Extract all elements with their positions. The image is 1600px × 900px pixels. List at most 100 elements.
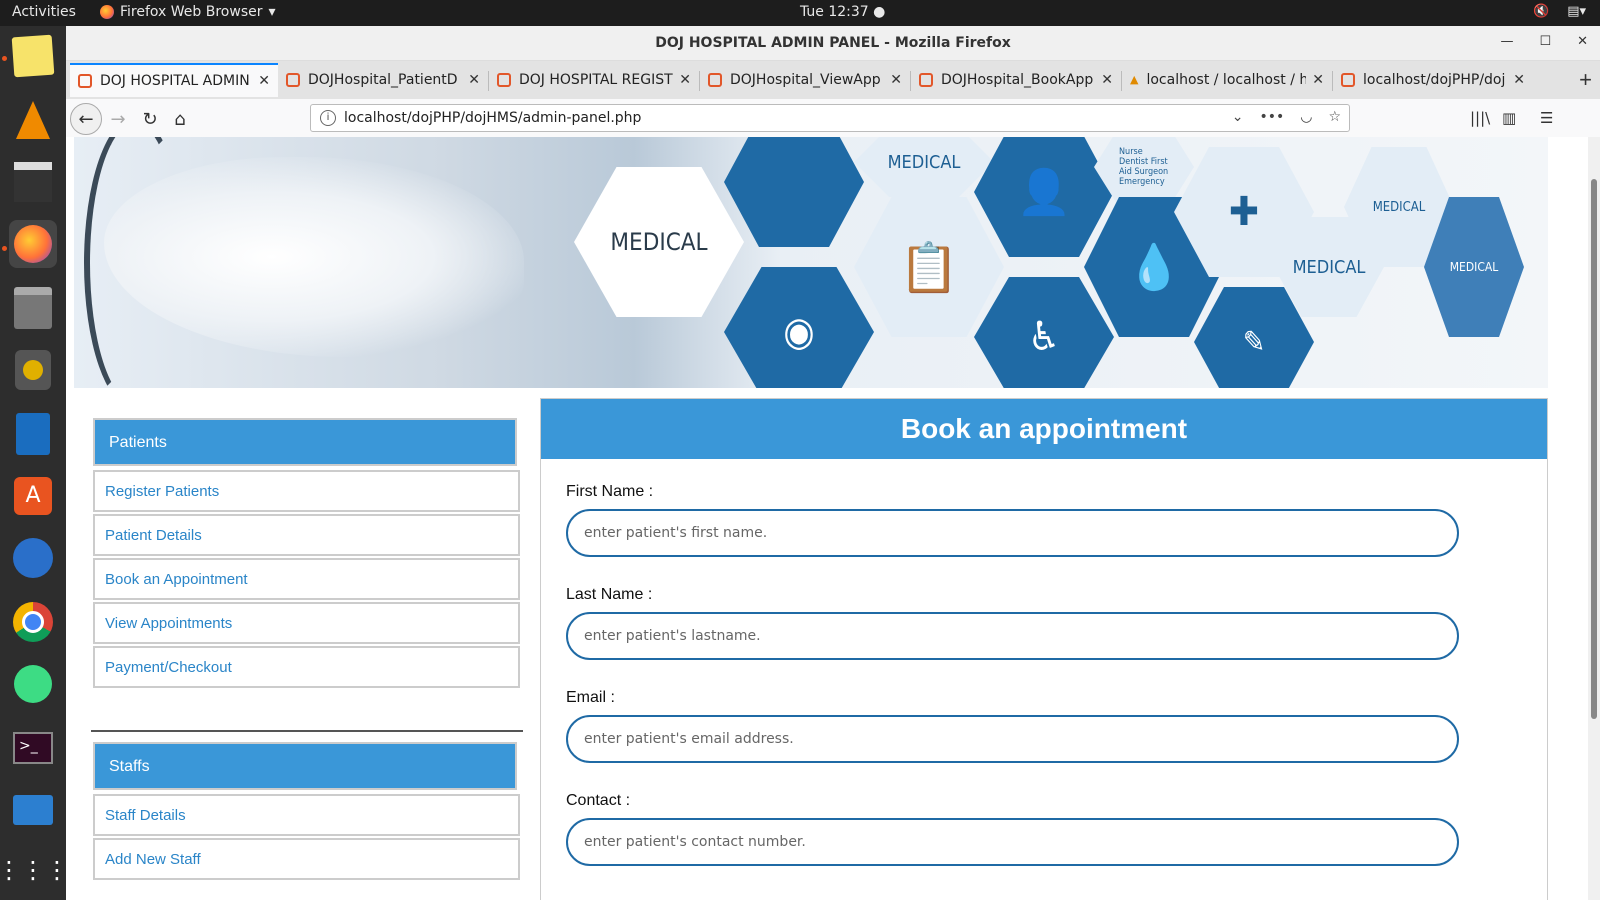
- tab-phpmyadmin[interactable]: ▲ localhost / localhost / h ✕: [1122, 63, 1332, 97]
- contact-label: Contact :: [566, 792, 631, 809]
- page-scrollbar[interactable]: [1588, 137, 1600, 900]
- vlc-icon[interactable]: [9, 96, 57, 144]
- tab-label: DOJHospital_PatientD: [308, 72, 458, 88]
- system-top-bar: Activities Firefox Web Browser ▾ Tue 12:…: [0, 0, 1600, 26]
- writer-icon[interactable]: [9, 410, 57, 458]
- staffs-menu-header: Staffs: [93, 742, 517, 790]
- person-icon: 👤: [1016, 167, 1072, 218]
- audio-icon[interactable]: [9, 346, 57, 394]
- url-bar[interactable]: i localhost/dojPHP/dojHMS/admin-panel.ph…: [310, 104, 1350, 132]
- xampp-favicon-icon: [1341, 73, 1355, 87]
- files-icon[interactable]: [9, 284, 57, 332]
- tab-close-icon[interactable]: ✕: [679, 72, 691, 88]
- video-editor-icon[interactable]: [9, 158, 57, 206]
- firefox-small-icon: [100, 5, 114, 19]
- tab-close-icon[interactable]: ✕: [468, 72, 480, 88]
- minimize-icon[interactable]: —: [1500, 34, 1513, 49]
- library-icon[interactable]: |||\: [1470, 109, 1490, 127]
- medical-hex: MEDICAL: [574, 167, 744, 317]
- first-name-label: First Name :: [566, 483, 654, 500]
- close-icon[interactable]: ✕: [1577, 34, 1588, 49]
- tab-label: localhost / localhost / h: [1146, 72, 1307, 88]
- wheelchair-icon: ♿: [1027, 314, 1061, 360]
- tab-register[interactable]: DOJ HOSPITAL REGISTE ✕: [489, 63, 699, 97]
- forward-icon[interactable]: →: [104, 105, 132, 133]
- activities-button[interactable]: Activities: [12, 4, 76, 20]
- menu-book-appointment[interactable]: Book an Appointment: [93, 558, 520, 600]
- url-text[interactable]: localhost/dojPHP/dojHMS/admin-panel.php: [344, 110, 641, 126]
- reload-icon[interactable]: ↻: [136, 105, 164, 133]
- hospital-banner-image: MEDICAL ◉ MEDICAL 📋 👤 ♿ Nurse Dentist Fi…: [74, 137, 1548, 388]
- tab-label: DOJHospital_ViewApp: [730, 72, 881, 88]
- banner-label: MEDICAL: [610, 228, 708, 256]
- tab-close-icon[interactable]: ✕: [258, 73, 270, 89]
- menu-staff-details[interactable]: Staff Details: [93, 794, 520, 836]
- phpmyadmin-favicon-icon: ▲: [1130, 73, 1139, 86]
- app-menu-label: Firefox Web Browser: [120, 4, 263, 20]
- more-actions-icon[interactable]: •••: [1259, 109, 1284, 125]
- tab-close-icon[interactable]: ✕: [1101, 72, 1113, 88]
- tab-admin-panel[interactable]: DOJ HOSPITAL ADMIN ✕: [70, 63, 278, 97]
- chrome-icon[interactable]: [9, 598, 57, 646]
- first-name-input[interactable]: [566, 509, 1459, 557]
- menu-view-appointments[interactable]: View Appointments: [93, 602, 520, 644]
- pocket-icon[interactable]: ◡: [1300, 109, 1312, 125]
- notes-icon[interactable]: [9, 32, 57, 80]
- menu-register-patients[interactable]: Register Patients: [93, 470, 520, 512]
- email-label: Email :: [566, 689, 615, 706]
- software-center-icon[interactable]: A: [9, 472, 57, 520]
- tab-close-icon[interactable]: ✕: [890, 72, 902, 88]
- drops-icon: 💧: [1126, 242, 1182, 293]
- app-grid-icon[interactable]: ⋮⋮⋮: [0, 846, 69, 894]
- chevron-down-icon: ▾: [268, 4, 276, 20]
- page-content: MEDICAL ◉ MEDICAL 📋 👤 ♿ Nurse Dentist Fi…: [66, 137, 1600, 900]
- tab-localhost-dojphp[interactable]: localhost/dojPHP/doj ✕: [1333, 63, 1533, 97]
- email-input[interactable]: [566, 715, 1459, 763]
- terminal-icon[interactable]: >_: [9, 724, 57, 772]
- dock: A >_ ⋮⋮⋮: [0, 26, 69, 900]
- volume-muted-icon: 🔇: [1533, 4, 1550, 19]
- xampp-favicon-icon: [78, 74, 92, 88]
- scrollbar-thumb[interactable]: [1591, 179, 1597, 719]
- wheelchair-hex: ♿: [974, 277, 1114, 388]
- tab-label: DOJHospital_BookApp: [941, 72, 1094, 88]
- stethoscope-graphic: [84, 137, 186, 388]
- site-info-icon[interactable]: i: [320, 110, 336, 126]
- menu-add-new-staff[interactable]: Add New Staff: [93, 838, 520, 880]
- firefox-icon[interactable]: [9, 220, 57, 268]
- tab-close-icon[interactable]: ✕: [1312, 72, 1324, 88]
- monitor-icon[interactable]: [9, 786, 57, 834]
- doctor-hex: 👤: [974, 137, 1114, 257]
- android-studio-icon[interactable]: [9, 660, 57, 708]
- sidebar-toggle-icon[interactable]: ▥: [1502, 109, 1516, 127]
- contact-input[interactable]: [566, 818, 1459, 866]
- clipboard-icon: ▤▾: [1567, 4, 1586, 19]
- maximize-icon[interactable]: ☐: [1539, 34, 1551, 49]
- bookmark-star-icon[interactable]: ☆: [1328, 109, 1341, 125]
- medical-hex: [724, 137, 864, 247]
- tab-patient-details[interactable]: DOJHospital_PatientD ✕: [278, 63, 488, 97]
- home-icon[interactable]: ⌂: [166, 105, 194, 133]
- appointment-form-panel: Book an appointment First Name : Last Na…: [540, 398, 1548, 900]
- last-name-input[interactable]: [566, 612, 1459, 660]
- banner-label: Nurse Dentist First Aid Surgeon Emergenc…: [1119, 147, 1169, 187]
- tab-close-icon[interactable]: ✕: [1513, 72, 1525, 88]
- hamburger-menu-icon[interactable]: ☰: [1540, 109, 1553, 127]
- tab-view-appointments[interactable]: DOJHospital_ViewApp ✕: [700, 63, 910, 97]
- banner-label: MEDICAL: [887, 151, 961, 173]
- tab-label: DOJ HOSPITAL ADMIN: [100, 73, 250, 89]
- back-icon[interactable]: ←: [70, 103, 102, 135]
- clock[interactable]: Tue 12:37 ●: [800, 4, 885, 20]
- new-tab-icon[interactable]: +: [1579, 67, 1592, 93]
- app-menu[interactable]: Firefox Web Browser ▾: [100, 4, 276, 20]
- menu-payment-checkout[interactable]: Payment/Checkout: [93, 646, 520, 688]
- xampp-favicon-icon: [286, 73, 300, 87]
- video-player-icon[interactable]: [9, 534, 57, 582]
- tab-book-appointment[interactable]: DOJHospital_BookApp ✕: [911, 63, 1121, 97]
- tab-label: localhost/dojPHP/doj: [1363, 72, 1506, 88]
- syringe-icon: ✎: [1242, 324, 1266, 360]
- system-tray[interactable]: 🔇 ▤▾: [1533, 4, 1586, 19]
- menu-patient-details[interactable]: Patient Details: [93, 514, 520, 556]
- chevron-down-icon[interactable]: ⌄: [1232, 109, 1244, 125]
- running-indicator: [2, 56, 7, 61]
